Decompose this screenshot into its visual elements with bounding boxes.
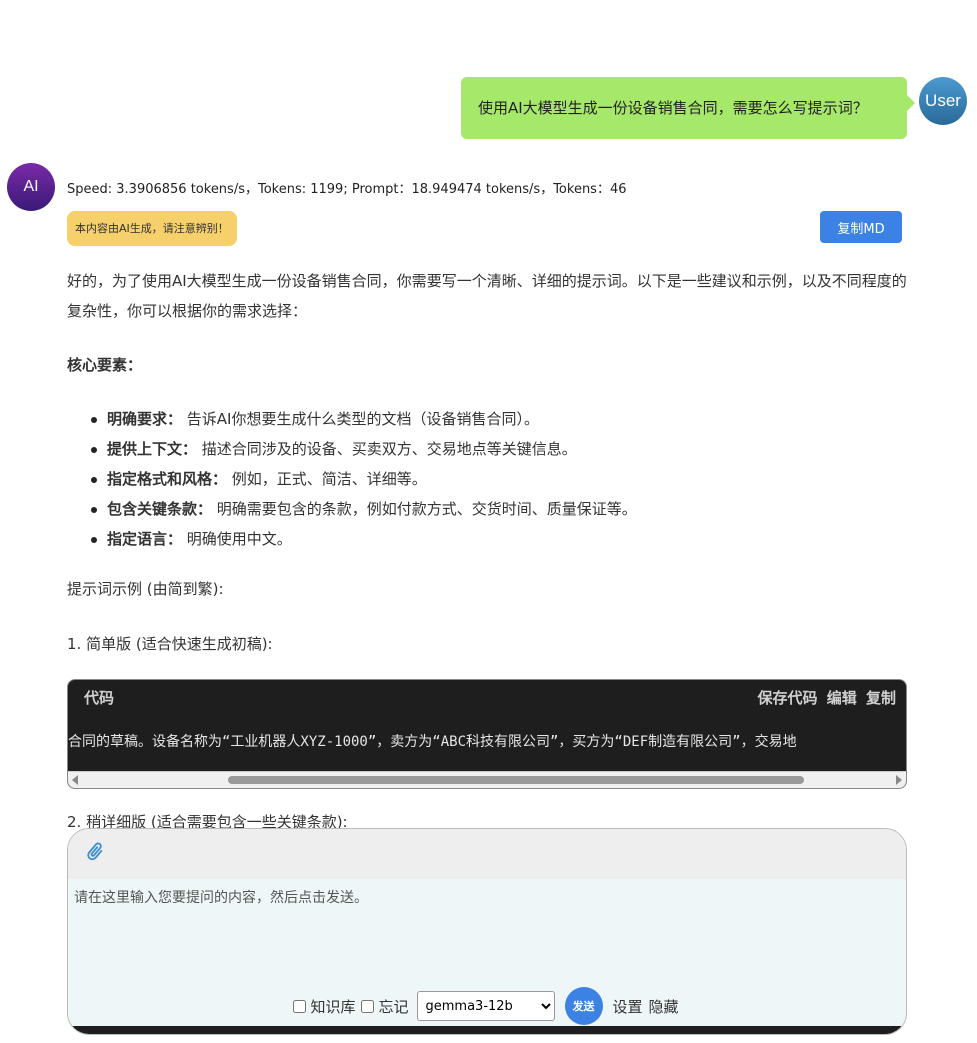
input-toolbar [68,829,906,879]
list-item: 指定格式和风格： 例如，正式、简洁、详细等。 [87,464,907,494]
panel-bottom-edge [68,1026,906,1034]
list-item-text: 描述合同涉及的设备、买卖双方、交易地点等关键信息。 [197,440,577,458]
list-item-title: 指定语言： [107,530,183,548]
list-item: 提供上下文： 描述合同涉及的设备、买卖双方、交易地点等关键信息。 [87,434,907,464]
ai-avatar: AI [7,163,55,211]
settings-link[interactable]: 设置 [613,996,643,1017]
ai-warning-badge: 本内容由AI生成，请注意辨别！ [67,211,237,246]
forget-toggle[interactable]: 忘记 [361,996,409,1017]
code-content: 合同的草稿。设备名称为“工业机器人XYZ-1000”，卖方为“ABC科技有限公司… [68,734,797,750]
attach-icon[interactable] [84,841,106,867]
core-heading: 核心要素： [67,356,143,374]
list-item: 指定语言： 明确使用中文。 [87,524,907,554]
response-intro: 好的，为了使用AI大模型生成一份设备销售合同，你需要写一个清晰、详细的提示词。以… [67,272,907,320]
list-item-text: 明确需要包含的条款，例如付款方式、交货时间、质量保证等。 [212,500,637,518]
knowledge-base-checkbox[interactable] [293,999,307,1013]
list-item-text: 告诉AI你想要生成什么类型的文档（设备销售合同）。 [182,410,539,428]
user-message-bubble: 使用AI大模型生成一份设备销售合同，需要怎么写提示词？ [461,77,915,139]
input-controls: 知识库 忘记 gemma3-12b 发送 设置 隐藏 [68,987,906,1025]
code-block-header: 代码 保存代码 编辑 复制 [68,680,906,714]
edit-code-button[interactable]: 编辑 [827,689,857,707]
list-item-text: 明确使用中文。 [182,530,292,548]
list-item-title: 提供上下文： [107,440,198,458]
examples-heading: 提示词示例 (由简到繁): [67,580,224,598]
scroll-left-arrow-icon[interactable] [72,775,78,785]
copy-md-button[interactable]: 复制MD [820,211,902,243]
prompt-input[interactable] [68,879,906,979]
list-item-text: 例如，正式、简洁、详细等。 [227,470,427,488]
example1-heading: 1. 简单版 (适合快速生成初稿): [67,635,273,653]
input-panel: 知识库 忘记 gemma3-12b 发送 设置 隐藏 [67,828,907,1035]
knowledge-base-toggle[interactable]: 知识库 [293,996,355,1017]
speed-info: Speed: 3.3906856 tokens/s，Tokens: 1199; … [67,182,627,197]
model-select[interactable]: gemma3-12b [416,991,555,1021]
list-item: 包含关键条款： 明确需要包含的条款，例如付款方式、交货时间、质量保证等。 [87,494,907,524]
hide-link[interactable]: 隐藏 [649,996,679,1017]
list-item-title: 包含关键条款： [107,500,213,518]
code-horizontal-scrollbar[interactable] [68,771,906,788]
code-block-title: 代码 [84,688,115,707]
scroll-right-arrow-icon[interactable] [896,775,902,785]
list-item-title: 明确要求： [107,410,183,428]
core-elements-list: 明确要求： 告诉AI你想要生成什么类型的文档（设备销售合同）。 提供上下文： 描… [87,404,907,554]
user-avatar: User [919,77,967,125]
save-code-button[interactable]: 保存代码 [757,689,817,707]
code-actions: 保存代码 编辑 复制 [753,687,896,708]
user-message-row: 使用AI大模型生成一份设备销售合同，需要怎么写提示词？ User [461,77,967,139]
send-button[interactable]: 发送 [564,987,603,1025]
list-item-title: 指定格式和风格： [107,470,228,488]
copy-code-button[interactable]: 复制 [866,689,896,707]
list-item: 明确要求： 告诉AI你想要生成什么类型的文档（设备销售合同）。 [87,404,907,434]
code-block: 代码 保存代码 编辑 复制 合同的草稿。设备名称为“工业机器人XYZ-1000”… [67,679,907,789]
knowledge-base-label: 知识库 [310,997,356,1016]
forget-label: 忘记 [378,997,409,1016]
ai-response-content: 好的，为了使用AI大模型生成一份设备销售合同，你需要写一个清晰、详细的提示词。以… [67,266,907,684]
forget-checkbox[interactable] [361,999,375,1013]
scrollbar-thumb[interactable] [228,776,804,784]
